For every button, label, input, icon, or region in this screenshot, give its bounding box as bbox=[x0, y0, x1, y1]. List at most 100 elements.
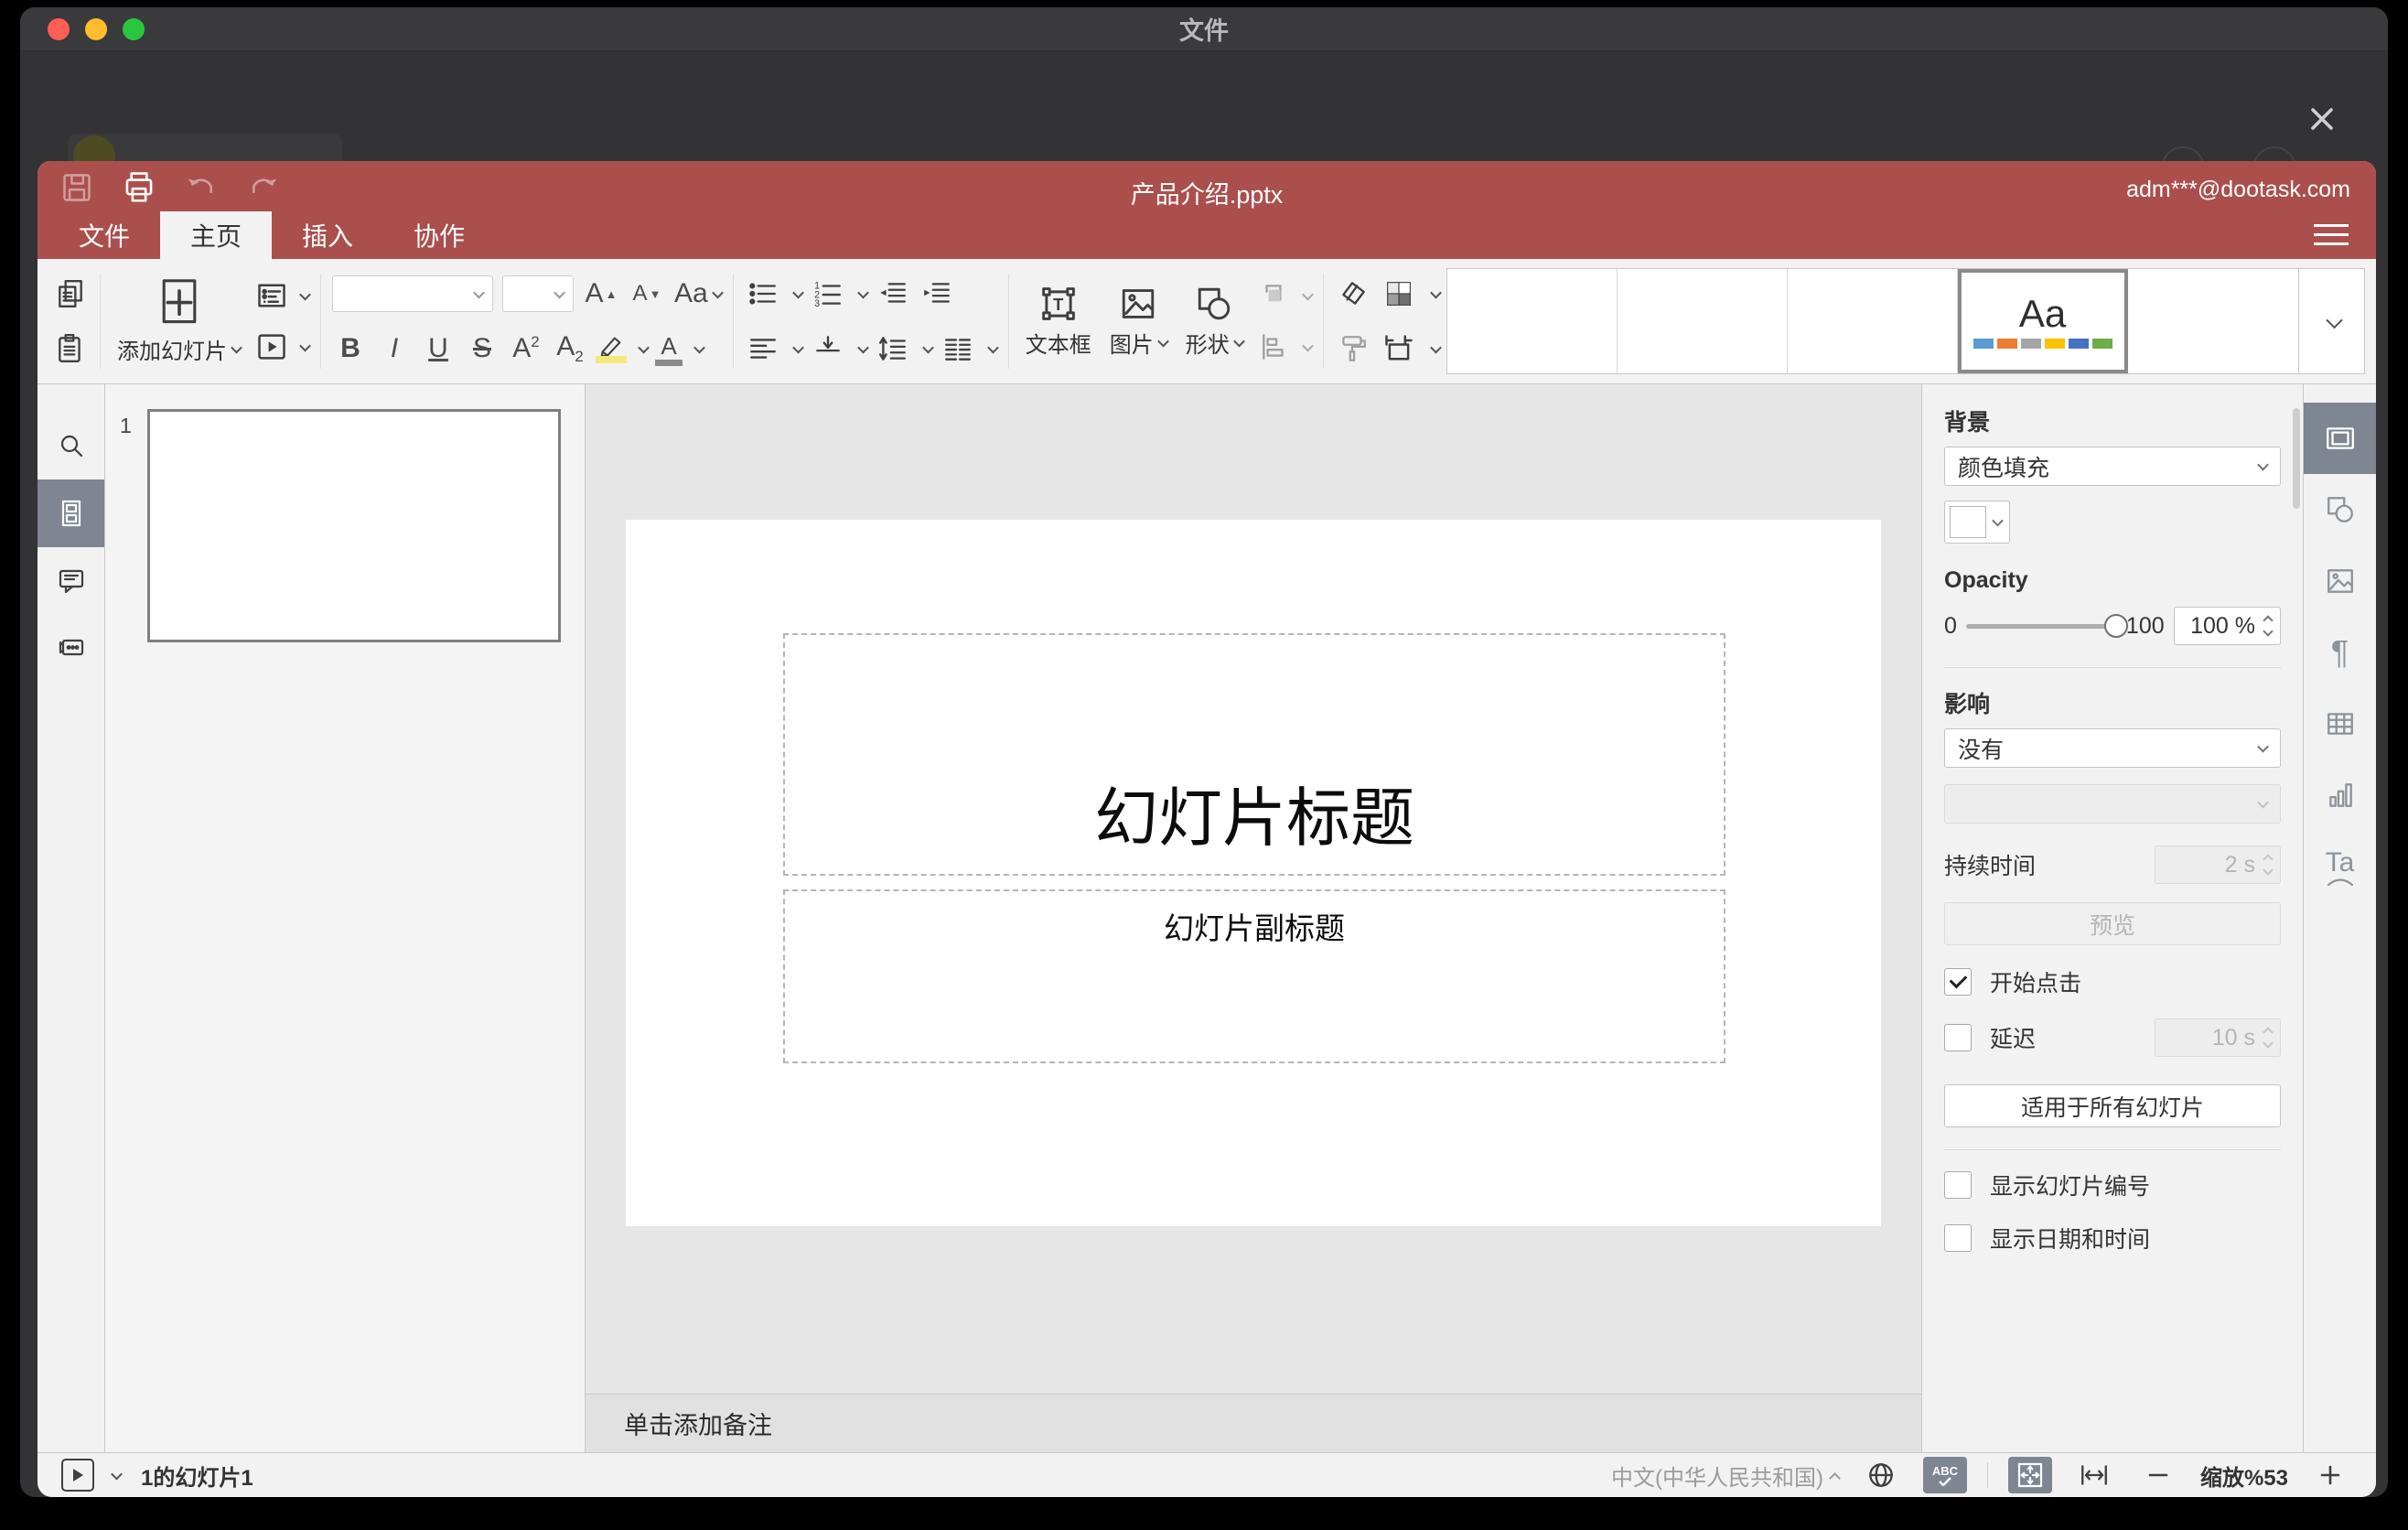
slide-size-button[interactable] bbox=[1381, 327, 1417, 371]
arrange-button[interactable] bbox=[1256, 274, 1293, 318]
decrease-font-button[interactable]: A ▼ bbox=[629, 272, 665, 316]
chevron-down-icon[interactable] bbox=[921, 341, 934, 353]
delay-checkbox[interactable] bbox=[1944, 1024, 1972, 1051]
show-datetime-checkbox[interactable] bbox=[1944, 1224, 1972, 1252]
fit-to-slide-button[interactable] bbox=[2007, 1457, 2052, 1493]
tab-insert[interactable]: 插入 bbox=[272, 211, 383, 259]
comments-button[interactable] bbox=[38, 547, 104, 615]
decrease-indent-button[interactable] bbox=[875, 272, 911, 316]
insert-textbox-button[interactable]: T 文本框 bbox=[1016, 283, 1101, 361]
tab-home[interactable]: 主页 bbox=[160, 211, 273, 259]
show-slide-number-checkbox[interactable] bbox=[1944, 1171, 1972, 1199]
set-language-button[interactable] bbox=[1859, 1457, 1903, 1493]
spell-check-button[interactable]: ABC bbox=[1922, 1457, 1967, 1493]
horizontal-align-button[interactable] bbox=[745, 327, 781, 371]
start-slideshow-status-button[interactable] bbox=[61, 1459, 94, 1492]
increase-font-button[interactable]: A ▲ bbox=[583, 272, 619, 316]
print-button[interactable] bbox=[118, 168, 160, 207]
chevron-down-icon[interactable] bbox=[638, 341, 650, 353]
tab-file[interactable]: 文件 bbox=[48, 211, 160, 259]
chevron-down-icon[interactable] bbox=[299, 339, 311, 351]
menu-button[interactable] bbox=[2314, 224, 2349, 245]
bullet-list-button[interactable] bbox=[745, 272, 781, 316]
slide-canvas[interactable]: 幻灯片标题 幻灯片副标题 bbox=[586, 384, 1921, 1394]
font-name-combo[interactable] bbox=[332, 275, 493, 312]
panel-scrollbar[interactable] bbox=[2293, 408, 2300, 509]
chevron-down-icon[interactable] bbox=[111, 1468, 123, 1480]
theme-thumbnail[interactable] bbox=[2128, 269, 2298, 373]
strikethrough-button[interactable]: S bbox=[464, 333, 500, 364]
chart-settings-button[interactable] bbox=[2304, 760, 2376, 831]
slide-thumbnail[interactable] bbox=[147, 409, 561, 642]
opacity-slider[interactable] bbox=[1965, 613, 2128, 638]
document-language-button[interactable]: 中文(中华人民共和国) bbox=[1611, 1460, 1841, 1492]
redo-button[interactable] bbox=[242, 168, 285, 207]
slide-settings-button[interactable] bbox=[2304, 403, 2376, 474]
chevron-down-icon[interactable] bbox=[693, 341, 705, 353]
fit-to-width-button[interactable] bbox=[2072, 1457, 2116, 1493]
insert-shape-button[interactable]: 形状 bbox=[1177, 283, 1252, 361]
chevron-down-icon[interactable] bbox=[986, 341, 999, 353]
zoom-level[interactable]: 缩放%53 bbox=[2200, 1460, 2288, 1492]
numbered-list-button[interactable]: 123 bbox=[810, 272, 846, 316]
start-on-click-checkbox[interactable] bbox=[1944, 968, 1972, 996]
spin-up-icon[interactable] bbox=[2263, 615, 2274, 626]
theme-gallery-expand-button[interactable] bbox=[2299, 268, 2365, 374]
save-button[interactable] bbox=[56, 168, 98, 207]
change-color-scheme-button[interactable] bbox=[1381, 272, 1417, 316]
theme-thumbnail-selected[interactable]: Aa bbox=[1958, 269, 2128, 373]
chevron-down-icon[interactable] bbox=[856, 341, 869, 353]
image-settings-button[interactable] bbox=[2304, 545, 2376, 617]
align-objects-button[interactable] bbox=[1256, 325, 1293, 369]
vertical-align-button[interactable] bbox=[810, 327, 846, 371]
paste-button[interactable] bbox=[52, 327, 89, 371]
apply-to-all-button[interactable]: 适用于所有幻灯片 bbox=[1944, 1084, 2281, 1127]
opacity-slider-knob[interactable] bbox=[2103, 613, 2128, 638]
bold-button[interactable]: B bbox=[332, 333, 369, 364]
copy-button[interactable] bbox=[52, 272, 89, 316]
zoom-out-button[interactable] bbox=[2136, 1457, 2180, 1493]
chevron-down-icon[interactable] bbox=[791, 286, 804, 298]
slides-panel-button[interactable] bbox=[38, 479, 104, 547]
underline-button[interactable]: U bbox=[420, 333, 457, 364]
line-spacing-button[interactable] bbox=[875, 327, 911, 371]
add-slide-button[interactable]: 添加幻灯片 bbox=[108, 276, 250, 367]
chevron-down-icon[interactable] bbox=[856, 286, 869, 298]
tab-collaboration[interactable]: 协作 bbox=[383, 211, 495, 259]
paragraph-settings-button[interactable]: ¶ bbox=[2304, 617, 2376, 688]
chevron-down-icon[interactable] bbox=[1429, 341, 1442, 353]
spin-down-icon[interactable] bbox=[2263, 626, 2274, 637]
clear-style-button[interactable] bbox=[1335, 272, 1371, 316]
fill-color-picker[interactable] bbox=[1944, 501, 2010, 544]
copy-style-button[interactable] bbox=[1335, 327, 1371, 371]
columns-button[interactable] bbox=[940, 327, 976, 371]
table-settings-button[interactable] bbox=[2304, 688, 2376, 760]
notes-area[interactable]: 单击添加备注 bbox=[586, 1394, 1921, 1452]
theme-thumbnail[interactable] bbox=[1618, 269, 1788, 373]
insert-image-button[interactable]: 图片 bbox=[1101, 283, 1177, 361]
font-size-combo[interactable] bbox=[502, 275, 574, 312]
chevron-down-icon[interactable] bbox=[299, 288, 311, 300]
modal-close-button[interactable] bbox=[2304, 101, 2340, 137]
zoom-in-button[interactable] bbox=[2308, 1457, 2352, 1493]
transition-effect-select[interactable]: 没有 bbox=[1944, 728, 2281, 768]
search-button[interactable] bbox=[38, 412, 104, 479]
subtitle-placeholder[interactable]: 幻灯片副标题 bbox=[783, 889, 1725, 1063]
theme-thumbnail[interactable] bbox=[1447, 269, 1618, 373]
background-fill-select[interactable]: 颜色填充 bbox=[1944, 447, 2281, 486]
title-placeholder[interactable]: 幻灯片标题 bbox=[783, 633, 1725, 876]
opacity-spinner[interactable]: 100 % bbox=[2173, 607, 2281, 645]
slide-layout-button[interactable] bbox=[253, 274, 290, 318]
shape-settings-button[interactable] bbox=[2304, 474, 2376, 545]
chat-button[interactable] bbox=[38, 615, 104, 683]
superscript-button[interactable]: A2 bbox=[508, 333, 544, 364]
undo-button[interactable] bbox=[180, 168, 222, 207]
theme-thumbnail[interactable] bbox=[1788, 269, 1958, 373]
chevron-down-icon[interactable] bbox=[791, 341, 804, 353]
chevron-down-icon[interactable] bbox=[1429, 286, 1442, 298]
highlight-color-button[interactable] bbox=[596, 334, 627, 363]
subscript-button[interactable]: A2 bbox=[552, 331, 588, 366]
font-color-button[interactable]: A bbox=[655, 332, 683, 366]
start-slideshow-button[interactable] bbox=[253, 325, 290, 369]
increase-indent-button[interactable] bbox=[919, 272, 955, 316]
